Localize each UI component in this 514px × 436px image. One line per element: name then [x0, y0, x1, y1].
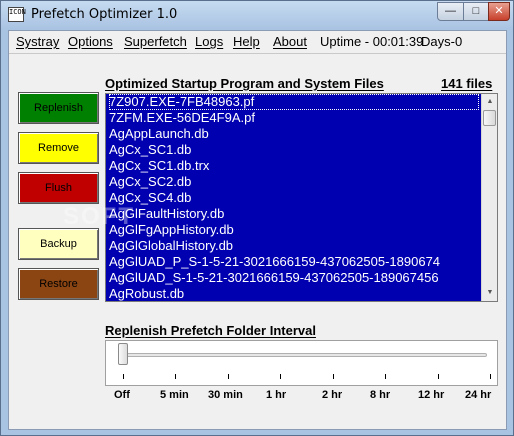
interval-slider-track[interactable]	[119, 353, 487, 357]
tick-label-5min: 5 min	[160, 389, 189, 401]
list-item[interactable]: 7ZFM.EXE-56DE4F9A.pf	[109, 110, 255, 126]
tick-label-1hr: 1 hr	[266, 389, 287, 401]
app-icon-text: ICON	[9, 8, 26, 16]
list-item[interactable]: AgRobust.db	[109, 286, 184, 301]
scroll-up-arrow[interactable]: ▲	[482, 94, 497, 110]
uptime-display: Uptime - 00:01:39	[320, 34, 424, 49]
menu-help[interactable]: Help	[233, 34, 260, 49]
tick-label-24hr: 24 hr	[465, 389, 492, 401]
remove-button[interactable]: Remove	[18, 132, 99, 164]
restore-button[interactable]: Restore	[18, 268, 99, 300]
app-window: ICON Prefetch Optimizer 1.0 — □ ✕ Systra…	[0, 0, 514, 436]
slider-tick	[490, 374, 491, 379]
menu-separator	[9, 53, 506, 54]
list-item[interactable]: AgCx_SC1.db.trx	[109, 158, 209, 174]
slider-tick	[438, 374, 439, 379]
tick-label-30min: 30 min	[208, 389, 243, 401]
slider-tick	[228, 374, 229, 379]
interval-slider-thumb[interactable]	[118, 343, 128, 365]
slider-tick	[385, 374, 386, 379]
slider-tick	[123, 374, 124, 379]
list-item[interactable]: AgGlUAD_S-1-5-21-3021666159-437062505-18…	[109, 270, 439, 286]
scroll-down-arrow[interactable]: ▼	[482, 285, 497, 301]
chevron-up-icon: ▲	[486, 98, 494, 105]
menu-superfetch[interactable]: Superfetch	[124, 34, 187, 49]
client-area: Systray Options Superfetch Logs Help Abo…	[8, 30, 507, 430]
file-count: 141 files	[441, 76, 493, 91]
watermark: SOFT	[63, 203, 135, 230]
title-bar[interactable]: ICON Prefetch Optimizer 1.0 — □ ✕	[1, 1, 513, 29]
tick-label-12hr: 12 hr	[418, 389, 445, 401]
flush-button[interactable]: Flush	[18, 172, 99, 204]
minimize-button[interactable]: —	[437, 2, 464, 21]
list-item[interactable]: AgCx_SC1.db	[109, 142, 191, 158]
interval-slider-title: Replenish Prefetch Folder Interval	[105, 323, 316, 338]
menu-bar: Systray Options Superfetch Logs Help Abo…	[9, 31, 506, 53]
list-item[interactable]: AgGlUAD_P_S-1-5-21-3021666159-437062505-…	[109, 254, 440, 270]
backup-button[interactable]: Backup	[18, 228, 99, 260]
file-listbox[interactable]: 7Z907.EXE-7FB48963.pf 7ZFM.EXE-56DE4F9A.…	[105, 93, 498, 302]
menu-about[interactable]: About	[273, 34, 307, 49]
menu-logs[interactable]: Logs	[195, 34, 223, 49]
window-title: Prefetch Optimizer 1.0	[31, 7, 178, 22]
tick-label-2hr: 2 hr	[322, 389, 343, 401]
chevron-down-icon: ▼	[486, 289, 494, 296]
list-item[interactable]: AgCx_SC2.db	[109, 174, 191, 190]
list-item[interactable]: AgGlGlobalHistory.db	[109, 238, 233, 254]
maximize-button[interactable]: □	[463, 2, 489, 21]
days-display: Days-0	[421, 34, 463, 49]
tick-label-8hr: 8 hr	[370, 389, 391, 401]
menu-options[interactable]: Options	[68, 34, 113, 49]
interval-slider-panel	[105, 340, 498, 386]
slider-tick	[175, 374, 176, 379]
list-item[interactable]: 7Z907.EXE-7FB48963.pf	[109, 94, 479, 110]
close-icon: ✕	[494, 5, 504, 17]
list-item[interactable]: AgAppLaunch.db	[109, 126, 209, 142]
slider-tick	[280, 374, 281, 379]
tick-label-off: Off	[114, 389, 130, 401]
app-icon[interactable]: ICON	[8, 7, 26, 22]
file-list-header: Optimized Startup Program and System Fil…	[105, 76, 384, 91]
replenish-button[interactable]: Replenish	[18, 92, 99, 124]
close-button[interactable]: ✕	[488, 2, 510, 21]
menu-systray[interactable]: Systray	[16, 34, 59, 49]
scrollbar-thumb[interactable]	[483, 110, 496, 126]
file-list-viewport: 7Z907.EXE-7FB48963.pf 7ZFM.EXE-56DE4F9A.…	[106, 94, 481, 301]
maximize-icon: □	[472, 5, 480, 17]
slider-tick	[333, 374, 334, 379]
list-scrollbar[interactable]: ▲ ▼	[481, 94, 497, 301]
minimize-icon: —	[445, 5, 456, 17]
